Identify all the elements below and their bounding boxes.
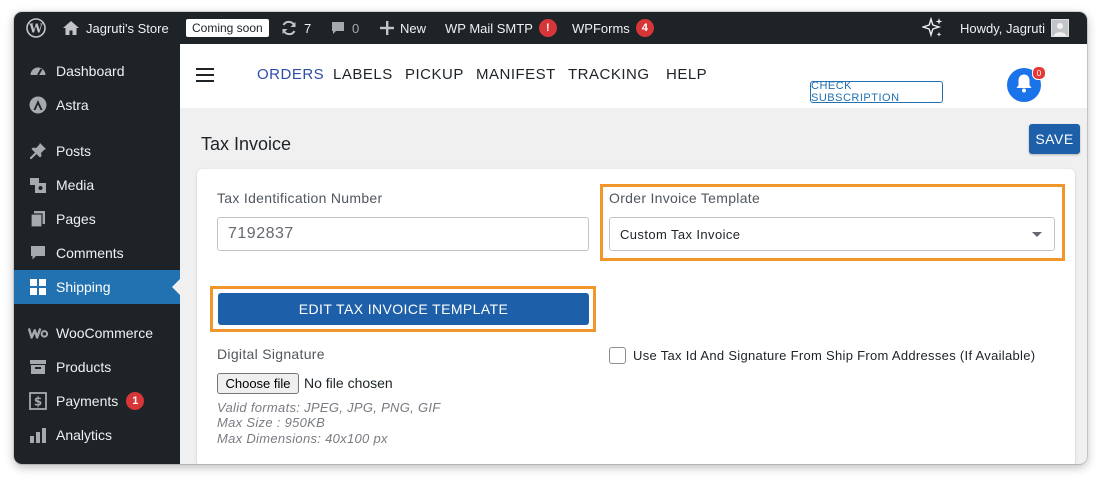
tab-tracking[interactable]: TRACKING xyxy=(568,66,650,84)
wp-mail-smtp-link[interactable]: WP Mail SMTP ! xyxy=(445,12,557,44)
svg-text:$: $ xyxy=(34,395,42,409)
sidebar-item-label: Payments xyxy=(56,393,119,409)
wpforms-link[interactable]: WPForms 4 xyxy=(572,12,654,44)
main-content: ORDERS LABELS PICKUP MANIFEST TRACKING H… xyxy=(180,44,1087,464)
check-subscription-button[interactable]: CHECK SUBSCRIPTION xyxy=(810,80,943,104)
sidebar-item-products[interactable]: Products xyxy=(14,350,180,384)
sidebar-item-label: Posts xyxy=(56,143,92,159)
sidebar-item-label: Pages xyxy=(56,211,96,227)
my-account-link[interactable]: Howdy, Jagruti xyxy=(960,12,1070,44)
tab-orders[interactable]: ORDERS xyxy=(257,66,324,84)
tab-manifest[interactable]: MANIFEST xyxy=(476,66,556,84)
use-ship-from-checkbox[interactable] xyxy=(609,347,626,364)
archive-icon xyxy=(28,357,48,377)
chevron-down-icon xyxy=(1032,232,1042,237)
app-window: W Jagruti's Store Coming soon 7 0 New WP… xyxy=(14,12,1087,464)
tin-input[interactable]: 7192837 xyxy=(217,217,589,251)
sidebar-item-label: Analytics xyxy=(56,427,113,443)
sidebar-item-label: Astra xyxy=(56,97,89,113)
digital-signature-label: Digital Signature xyxy=(217,346,325,362)
invoice-template-select[interactable]: Custom Tax Invoice xyxy=(609,217,1055,251)
hint-dimensions: Max Dimensions: 40x100 px xyxy=(217,431,388,446)
template-label: Order Invoice Template xyxy=(609,190,761,206)
comments-link[interactable]: 0 xyxy=(330,12,359,44)
sidebar-item-pages[interactable]: Pages xyxy=(14,202,180,236)
sidebar-item-woocommerce[interactable]: WooCommerce xyxy=(14,316,180,350)
site-name-link[interactable]: Jagruti's Store xyxy=(62,12,169,44)
hint-size: Max Size : 950KB xyxy=(217,415,326,430)
wpforms-label: WPForms xyxy=(572,20,630,36)
file-status-text: No file chosen xyxy=(304,375,393,391)
plus-icon xyxy=(380,21,394,35)
tab-pickup[interactable]: PICKUP xyxy=(405,66,464,84)
admin-sidebar: Dashboard Astra Posts Media Pages Commen… xyxy=(14,44,180,464)
sidebar-item-label: Products xyxy=(56,359,112,375)
bar-chart-icon xyxy=(28,425,48,445)
woocommerce-icon xyxy=(28,323,48,343)
tab-labels[interactable]: LABELS xyxy=(333,66,393,84)
hint-formats: Valid formats: JPEG, JPG, PNG, GIF xyxy=(217,400,441,415)
tax-invoice-card: Tax Identification Number 7192837 Order … xyxy=(197,169,1075,464)
comment-icon xyxy=(28,243,48,263)
refresh-icon xyxy=(280,19,298,37)
hamburger-menu-icon[interactable] xyxy=(196,68,214,82)
save-button[interactable]: SAVE xyxy=(1029,124,1080,154)
pages-icon xyxy=(28,209,48,229)
edit-tax-invoice-template-button[interactable]: EDIT TAX INVOICE TEMPLATE xyxy=(218,293,589,325)
comments-count: 0 xyxy=(352,20,360,36)
sidebar-item-dashboard[interactable]: Dashboard xyxy=(14,54,180,88)
sidebar-item-media[interactable]: Media xyxy=(14,168,180,202)
media-icon xyxy=(28,175,48,195)
site-name: Jagruti's Store xyxy=(86,20,169,36)
bell-icon xyxy=(1015,73,1033,98)
pin-icon xyxy=(28,141,48,161)
sidebar-item-comments[interactable]: Comments xyxy=(14,236,180,270)
avatar xyxy=(1051,19,1070,37)
payments-badge: 1 xyxy=(126,392,145,410)
tab-help[interactable]: HELP xyxy=(666,66,707,84)
sidebar-item-label: Media xyxy=(56,177,95,193)
home-icon xyxy=(62,20,80,36)
wpforms-badge: 4 xyxy=(635,19,654,37)
wordpress-logo-icon[interactable]: W xyxy=(26,12,46,44)
sidebar-item-posts[interactable]: Posts xyxy=(14,134,180,168)
sidebar-item-shipping[interactable]: Shipping xyxy=(14,270,180,304)
comment-icon xyxy=(330,20,346,36)
sidebar-item-astra[interactable]: Astra xyxy=(14,88,180,122)
select-value: Custom Tax Invoice xyxy=(620,226,741,242)
new-label: New xyxy=(400,20,427,36)
updates-count: 7 xyxy=(304,20,312,36)
coming-soon-badge[interactable]: Coming soon xyxy=(186,19,269,37)
grid-icon xyxy=(28,277,48,297)
tin-label: Tax Identification Number xyxy=(217,190,383,206)
sidebar-item-label: WooCommerce xyxy=(56,325,153,341)
sidebar-item-label: Dashboard xyxy=(56,63,125,79)
plugin-top-nav: ORDERS LABELS PICKUP MANIFEST TRACKING H… xyxy=(180,44,1087,108)
sidebar-item-label: Comments xyxy=(56,245,124,261)
wp-mail-smtp-badge: ! xyxy=(538,19,557,37)
dashboard-icon xyxy=(28,61,48,81)
new-content-link[interactable]: New xyxy=(380,12,426,44)
admin-bar: W Jagruti's Store Coming soon 7 0 New WP… xyxy=(14,12,1087,44)
use-ship-from-label[interactable]: Use Tax Id And Signature From Ship From … xyxy=(633,348,1035,363)
svg-text:W: W xyxy=(28,22,43,36)
sidebar-item-analytics[interactable]: Analytics xyxy=(14,418,180,452)
howdy-label: Howdy, Jagruti xyxy=(960,20,1046,36)
notification-count-badge: 0 xyxy=(1032,66,1046,80)
sparkle-icon[interactable] xyxy=(922,12,944,44)
choose-file-button[interactable]: Choose file xyxy=(217,373,299,394)
updates-link[interactable]: 7 xyxy=(280,12,311,44)
astra-icon xyxy=(28,95,48,115)
sidebar-item-label: Shipping xyxy=(56,279,111,295)
dollar-icon: $ xyxy=(28,391,48,411)
wp-mail-smtp-label: WP Mail SMTP xyxy=(445,20,533,36)
sidebar-item-payments[interactable]: $ Payments 1 xyxy=(14,384,180,418)
page-title: Tax Invoice xyxy=(201,134,292,154)
